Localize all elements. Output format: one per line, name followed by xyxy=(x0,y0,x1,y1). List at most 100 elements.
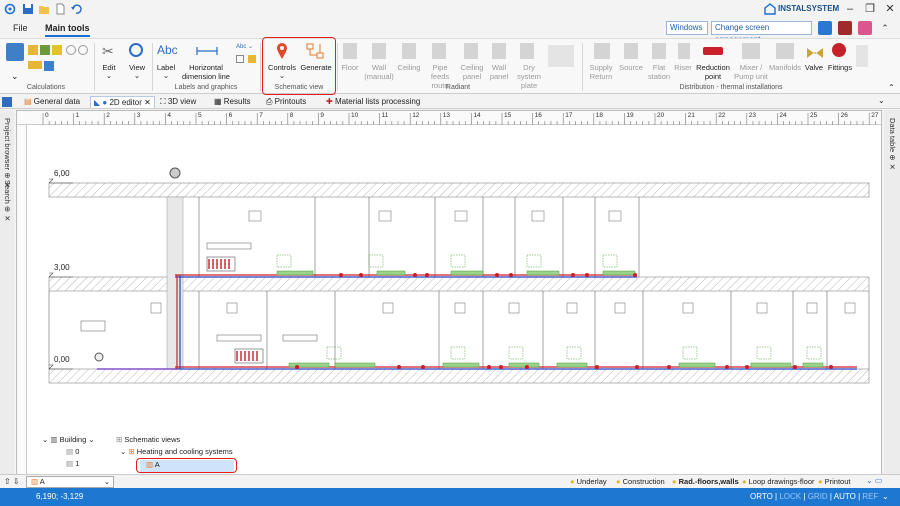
source-button[interactable]: Source xyxy=(618,63,644,72)
tree-heating-cooling[interactable]: ⌄ ⊞ Heating and cooling systems xyxy=(120,447,233,457)
wall-manual-button[interactable]: Wall (manual) xyxy=(364,63,394,81)
valve-button[interactable]: Valve xyxy=(802,63,826,72)
grid-icon[interactable] xyxy=(2,97,12,107)
ceiling-panel-button[interactable]: Ceiling panel xyxy=(458,63,486,81)
wall-panel-button[interactable]: Wall panel xyxy=(486,63,512,81)
open-folder-icon[interactable] xyxy=(38,3,50,15)
expand-icon[interactable]: ⌃ xyxy=(888,83,895,92)
supply-return-button[interactable]: Supply Return xyxy=(586,63,616,81)
close-tab-icon[interactable]: ✕ xyxy=(142,98,151,107)
help-icon[interactable] xyxy=(838,21,852,35)
horizontal-dimension-button[interactable]: Horizontal dimension line xyxy=(176,63,236,81)
mode-ref[interactable]: REF xyxy=(862,492,878,501)
fittings-button[interactable]: Fittings xyxy=(826,63,854,72)
chevron-down-icon[interactable]: ⌄ xyxy=(11,71,19,82)
tree-building[interactable]: ⌄ ▥ Building ⌄ xyxy=(42,435,95,445)
calc-icon-6[interactable] xyxy=(28,61,42,69)
arrangement-select[interactable]: Change screen arrangement ⌄ xyxy=(711,21,812,44)
tab-general-data[interactable]: ▤ General data xyxy=(24,96,80,108)
reduction-point-icon xyxy=(703,47,723,55)
divider xyxy=(582,43,583,91)
layer-printout[interactable]: ● Printout xyxy=(818,476,850,488)
bulb-icon: ● xyxy=(818,477,825,486)
generate-icon xyxy=(306,43,324,61)
data-table-tab[interactable]: Data table ⊕ ✕ xyxy=(888,118,897,172)
restore-button[interactable]: ❐ xyxy=(862,2,878,16)
floor-button[interactable]: Floor xyxy=(338,63,362,72)
layer-underlay[interactable]: ● Underlay xyxy=(570,476,607,488)
minimize-button[interactable]: – xyxy=(842,2,858,16)
tree-floor-1[interactable]: ▤ 1 xyxy=(66,459,79,469)
riser-button[interactable]: Riser xyxy=(672,63,694,72)
windows-select[interactable]: Windows ⌄ xyxy=(666,21,708,44)
menu-file[interactable]: File xyxy=(13,21,28,35)
manifolds-button[interactable]: Manifolds xyxy=(768,63,802,72)
chevron-down-icon: ⌄ xyxy=(105,71,113,80)
tree-schematic-views[interactable]: ⊞ Schematic views xyxy=(116,435,180,445)
layers-menu-icon[interactable]: ⌄ ▭ xyxy=(866,476,882,485)
tab-material-lists[interactable]: ✚ Material lists processing xyxy=(326,96,420,108)
pipe-feeds-icon xyxy=(432,43,446,59)
view-icon: ▥ xyxy=(31,477,39,486)
search-tab[interactable]: Search ⊕ ✕ xyxy=(3,180,12,223)
new-file-icon[interactable] xyxy=(54,3,66,15)
tab-printouts[interactable]: ⎙ Printouts xyxy=(266,96,306,108)
tab-results[interactable]: ▦ Results xyxy=(214,96,250,108)
generate-button[interactable]: Generate xyxy=(298,63,334,72)
menu-main-tools[interactable]: Main tools xyxy=(45,21,90,37)
layer-rad-floors-walls[interactable]: ● Rad.-floors,walls xyxy=(672,476,739,488)
chevron-down-icon: ⌄ xyxy=(162,71,170,80)
ceiling-button[interactable]: Ceiling xyxy=(396,63,422,72)
horizontal-ruler: 0 1 2 3 4 5 6 7 8 9 10 11 12 13 14 15 16 17 18 19 20 21 22 23 24… xyxy=(17,111,881,125)
calc-icon-2[interactable] xyxy=(40,45,50,55)
mode-grid[interactable]: GRID xyxy=(808,492,828,501)
wall-panel-icon xyxy=(492,43,506,59)
drawing-canvas[interactable]: 0 1 2 3 4 5 6 7 8 9 10 11 12 13 14 15 16 17 18 19 20 21 22 23 24… xyxy=(16,110,882,475)
group-distribution: Distribution - thermal installations xyxy=(679,84,783,91)
tab-2d-editor[interactable]: ◣ ● 2D editor ✕ xyxy=(90,96,155,108)
pin-icon[interactable]: ⇧ ⇩ xyxy=(4,477,20,486)
view-icon xyxy=(129,43,143,57)
mode-lock[interactable]: LOCK xyxy=(779,492,801,501)
3d-view-icon: ⛶ xyxy=(160,97,168,106)
chevron-down-icon[interactable]: ⌄ xyxy=(882,491,889,503)
calc-icon-7[interactable] xyxy=(44,61,54,71)
close-button[interactable]: ✕ xyxy=(882,2,898,16)
settings-icon[interactable] xyxy=(858,21,872,35)
calc-icon-4[interactable] xyxy=(66,45,76,55)
mode-orto[interactable]: ORTO xyxy=(750,492,773,501)
tabs-menu-icon[interactable]: ⌄ xyxy=(878,96,885,105)
dry-plate-icon xyxy=(520,43,534,59)
reduction-point-button[interactable]: Reduction point xyxy=(694,63,732,81)
fill-icon[interactable] xyxy=(248,55,256,63)
app-icon[interactable] xyxy=(4,3,16,15)
save-icon[interactable] xyxy=(22,3,34,15)
bulb-icon: ● xyxy=(672,477,679,486)
layout-icon[interactable] xyxy=(818,21,832,35)
tab-3d-view[interactable]: ⛶ 3D view xyxy=(160,96,196,108)
bulb-icon: ● xyxy=(570,477,577,486)
text-icon[interactable]: Abc ⌄ xyxy=(236,43,253,50)
distribution-extra-icons xyxy=(856,45,868,67)
layer-loop-drawings[interactable]: ● Loop drawings-floor xyxy=(742,476,815,488)
logo-icon xyxy=(764,3,776,15)
view-select[interactable]: ▥ A ⌄ xyxy=(26,476,114,488)
project-browser-tab[interactable]: Project browser ⊕ ✕ xyxy=(3,118,12,190)
source-icon xyxy=(624,43,638,59)
tree-floor-0[interactable]: ▤ 0 xyxy=(66,447,79,457)
highlight-tree-a xyxy=(136,458,237,473)
collapse-ribbon-icon[interactable]: ⌃ xyxy=(878,21,892,35)
calc-icon-5[interactable] xyxy=(78,45,88,55)
mode-auto[interactable]: AUTO xyxy=(834,492,856,501)
undo-icon[interactable] xyxy=(70,3,82,15)
schematic-drawing xyxy=(48,167,870,384)
radiant-extra-icons xyxy=(548,45,574,67)
flat-station-button[interactable]: Flat station xyxy=(646,63,672,81)
location-pin-icon xyxy=(276,42,288,62)
frame-icon[interactable] xyxy=(236,55,244,63)
layer-construction[interactable]: ● Construction xyxy=(616,476,665,488)
calculator-icon[interactable] xyxy=(6,43,24,61)
calc-icon-3[interactable] xyxy=(52,45,62,55)
calc-icon-1[interactable] xyxy=(28,45,38,55)
mixer-pump-button[interactable]: Mixer / Pump unit xyxy=(732,63,770,81)
